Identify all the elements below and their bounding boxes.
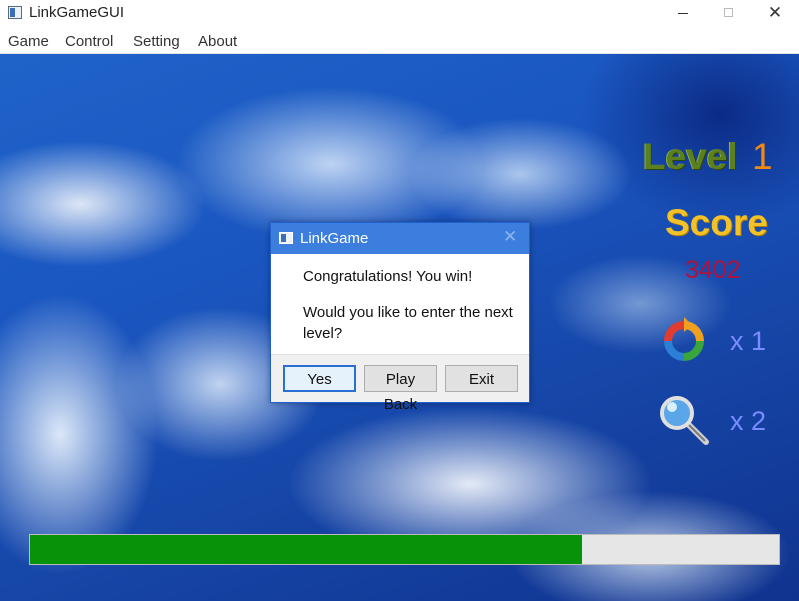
- maximize-button[interactable]: [706, 0, 752, 28]
- window-title: LinkGameGUI: [29, 4, 125, 21]
- win-dialog: LinkGame ✕ Congratulations! You win! Wou…: [270, 222, 530, 413]
- refresh-icon[interactable]: [659, 316, 709, 366]
- app-icon: [8, 6, 22, 19]
- menu-about[interactable]: About: [198, 33, 237, 50]
- time-progress-bar: [29, 534, 780, 565]
- dialog-close-icon[interactable]: ✕: [503, 227, 517, 247]
- magnifier-icon[interactable]: [658, 394, 710, 446]
- dialog-button-row: Yes Play Back Exit: [271, 354, 529, 413]
- exit-button[interactable]: Exit: [445, 365, 518, 392]
- menu-control[interactable]: Control: [65, 33, 113, 50]
- menu-setting[interactable]: Setting: [133, 33, 180, 50]
- refresh-count: x 1: [730, 326, 767, 356]
- hint-count: x 2: [730, 406, 767, 436]
- minimize-button[interactable]: [660, 0, 706, 28]
- dialog-question: Would you like to enter the next level?: [303, 304, 513, 342]
- level-value: 1: [752, 136, 773, 177]
- time-progress-fill: [30, 535, 582, 564]
- dialog-title-bar: LinkGame ✕: [271, 223, 529, 254]
- play-back-button[interactable]: Play Back: [364, 365, 437, 413]
- dialog-message: Congratulations! You win!: [303, 268, 473, 285]
- close-button[interactable]: ✕: [752, 0, 798, 28]
- menu-game[interactable]: Game: [8, 33, 49, 50]
- menu-bar: Game Control Setting About: [0, 28, 799, 54]
- window-title-bar: LinkGameGUI ✕: [0, 0, 799, 28]
- dialog-title: LinkGame: [300, 230, 369, 247]
- score-label: Score: [665, 202, 768, 243]
- dialog-app-icon: [279, 232, 293, 244]
- score-value: 3402: [685, 256, 741, 284]
- level-label: Level: [643, 136, 738, 177]
- yes-button[interactable]: Yes: [283, 365, 356, 392]
